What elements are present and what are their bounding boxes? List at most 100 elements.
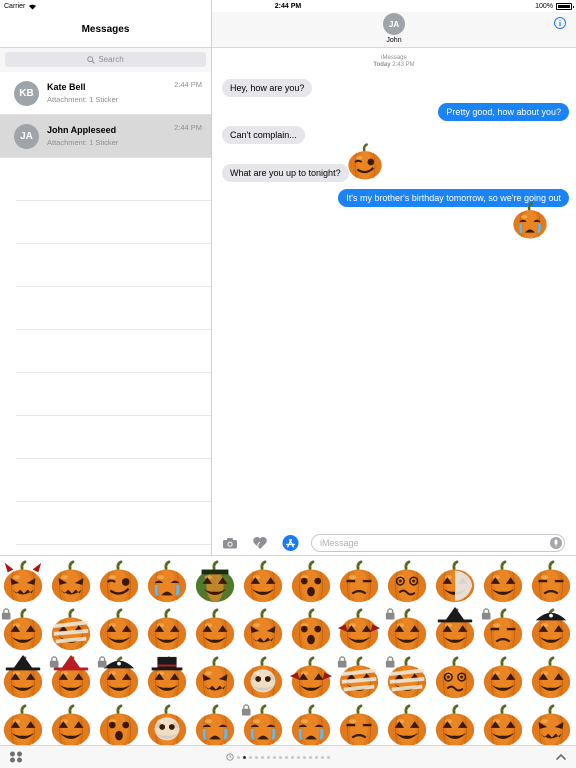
- sticker-cell[interactable]: [240, 607, 288, 655]
- date-label: Today: [373, 62, 391, 68]
- page-dot[interactable]: [327, 755, 330, 759]
- pumpkin-sticker-icon: [481, 608, 523, 651]
- sticker-cell[interactable]: [528, 559, 576, 607]
- sticker-cell[interactable]: [432, 559, 480, 607]
- sticker-cell[interactable]: [480, 559, 528, 607]
- info-icon[interactable]: i: [554, 17, 566, 29]
- pumpkin-sticker-icon: [531, 608, 571, 651]
- sticker-cell[interactable]: [288, 703, 336, 745]
- sticker-cell[interactable]: [48, 655, 96, 703]
- search-input[interactable]: Search: [5, 52, 206, 67]
- sticker-cell[interactable]: [528, 703, 576, 745]
- sticker-cell[interactable]: [240, 559, 288, 607]
- page-dot[interactable]: [309, 755, 312, 759]
- sticker-cell[interactable]: [528, 655, 576, 703]
- pumpkin-sticker-icon: [195, 704, 235, 745]
- sticker-cell[interactable]: [432, 703, 480, 745]
- recents-icon[interactable]: [226, 753, 234, 761]
- page-dot[interactable]: [261, 755, 264, 759]
- sticker-cell[interactable]: [288, 655, 336, 703]
- page-dot[interactable]: [303, 755, 306, 759]
- sticker-cell[interactable]: [192, 655, 240, 703]
- camera-icon[interactable]: [221, 534, 238, 551]
- sticker-cell[interactable]: [240, 655, 288, 703]
- sticker-cell[interactable]: [384, 559, 432, 607]
- sticker-cell[interactable]: [0, 655, 48, 703]
- sticker-cell[interactable]: [96, 703, 144, 745]
- sticker-cell[interactable]: [480, 655, 528, 703]
- sticker-cell[interactable]: [336, 703, 384, 745]
- sent-message[interactable]: Pretty good, how about you?: [438, 103, 569, 121]
- sticker-cell[interactable]: [384, 655, 432, 703]
- sticker-cell[interactable]: [432, 607, 480, 655]
- page-dot[interactable]: [285, 755, 288, 759]
- conversation-row[interactable]: JA John Appleseed Attachment: 1 Sticker 2:4…: [0, 115, 211, 158]
- sticker-cell[interactable]: [288, 607, 336, 655]
- page-dot[interactable]: [315, 755, 318, 759]
- sticker-cell[interactable]: [384, 607, 432, 655]
- sticker-cell[interactable]: [432, 655, 480, 703]
- chevron-up-icon[interactable]: [555, 751, 567, 763]
- sticker-cell[interactable]: [528, 607, 576, 655]
- microphone-icon[interactable]: [550, 537, 562, 549]
- sticker-cell[interactable]: [192, 703, 240, 745]
- page-dot[interactable]: [321, 755, 324, 759]
- conversation-row[interactable]: KB Kate Bell Attachment: 1 Sticker 2:44 PM: [0, 72, 211, 115]
- page-dot[interactable]: [267, 755, 270, 759]
- page-dot[interactable]: [255, 755, 258, 759]
- empty-list-row: [16, 502, 211, 545]
- sticker-cell[interactable]: [144, 703, 192, 745]
- sticker-cell[interactable]: [48, 559, 96, 607]
- heart-touch-icon[interactable]: [251, 534, 268, 551]
- sticker-cell[interactable]: [96, 607, 144, 655]
- imessage-input[interactable]: iMessage: [311, 534, 565, 552]
- page-dot[interactable]: [297, 755, 300, 759]
- sidebar-header: Messages: [0, 12, 211, 48]
- sticker-cell[interactable]: [480, 703, 528, 745]
- received-message[interactable]: Hey, how are you?: [222, 79, 313, 97]
- sticker-cell[interactable]: [336, 655, 384, 703]
- sticker-cell[interactable]: [144, 559, 192, 607]
- page-dot[interactable]: [243, 755, 246, 759]
- sticker-cell[interactable]: [0, 607, 48, 655]
- app-store-icon[interactable]: [282, 534, 299, 551]
- sticker-cell[interactable]: [480, 607, 528, 655]
- received-message[interactable]: What are you up to tonight?: [222, 164, 349, 182]
- sticker-cell[interactable]: [48, 607, 96, 655]
- sticker-cell[interactable]: [96, 655, 144, 703]
- empty-list-row: [16, 244, 211, 287]
- sticker-cell[interactable]: [384, 703, 432, 745]
- sticker-cell[interactable]: [192, 607, 240, 655]
- message-sticker[interactable]: [510, 201, 550, 246]
- sticker-cell[interactable]: [240, 703, 288, 745]
- sticker-cell[interactable]: [288, 559, 336, 607]
- message-sticker[interactable]: [345, 142, 385, 187]
- page-dot[interactable]: [237, 755, 240, 759]
- received-message[interactable]: Can't complain...: [222, 126, 305, 144]
- status-bar: Carrier 2:44 PM 100%: [0, 0, 576, 12]
- sticker-cell[interactable]: [336, 607, 384, 655]
- page-dot[interactable]: [279, 755, 282, 759]
- sticker-cell[interactable]: [96, 559, 144, 607]
- pumpkin-sticker-icon: [3, 560, 43, 603]
- sticker-cell[interactable]: [192, 559, 240, 607]
- page-dot[interactable]: [249, 755, 252, 759]
- pumpkin-sticker-icon: [387, 560, 427, 603]
- page-dot[interactable]: [291, 755, 294, 759]
- pumpkin-sticker-icon: [435, 704, 475, 745]
- page-indicator[interactable]: [226, 753, 330, 761]
- sticker-cell[interactable]: [0, 703, 48, 745]
- apps-icon[interactable]: [9, 751, 23, 763]
- pumpkin-sticker-icon: [241, 704, 283, 745]
- contact-button[interactable]: JA John: [212, 13, 576, 44]
- empty-rows: [0, 158, 211, 545]
- page-dot[interactable]: [273, 755, 276, 759]
- sticker-cell[interactable]: [0, 559, 48, 607]
- sticker-cell[interactable]: [336, 559, 384, 607]
- sticker-cell[interactable]: [144, 607, 192, 655]
- sticker-cell[interactable]: [144, 655, 192, 703]
- pumpkin-sticker-icon: [195, 608, 235, 651]
- empty-list-row: [16, 158, 211, 201]
- sticker-cell[interactable]: [48, 703, 96, 745]
- pumpkin-sticker-icon: [531, 560, 571, 603]
